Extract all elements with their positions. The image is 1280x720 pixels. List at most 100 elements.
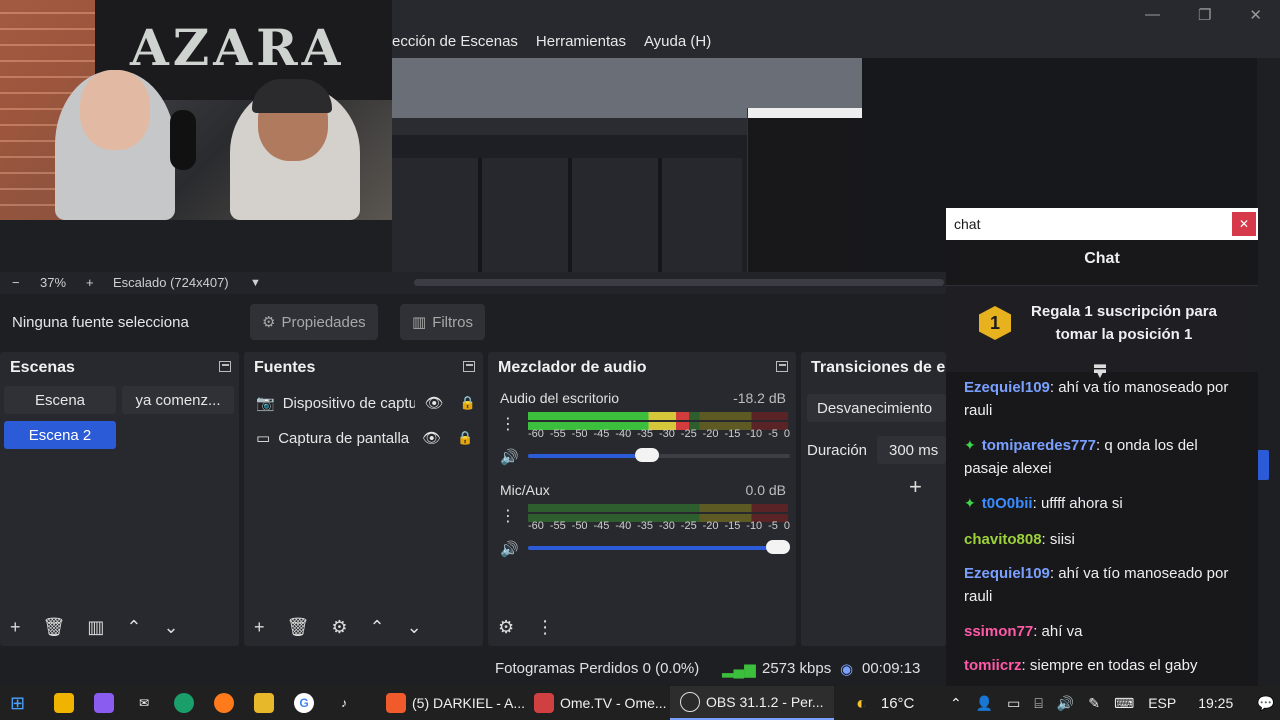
window-controls: — ❐ ✕ — [1145, 6, 1262, 24]
gear-icon[interactable]: ⚙ — [331, 617, 347, 638]
chat-username[interactable]: Ezequiel109 — [964, 379, 1050, 396]
menu-lines-icon[interactable]: ▬ ▬ ▼ — [1094, 358, 1112, 380]
task-brave[interactable]: (5) DARKIEL - A... — [376, 686, 535, 720]
chevron-down-icon[interactable]: ⌄ — [163, 617, 178, 638]
properties-button[interactable]: ⚙ Propiedades — [250, 304, 378, 340]
add-icon[interactable]: + — [10, 617, 21, 638]
no-source-selected: Ninguna fuente selecciona — [12, 314, 189, 331]
mail-icon[interactable]: ✉ — [134, 693, 154, 713]
pinned-apps: ✉ G ♪ — [54, 686, 354, 720]
source-item-screen-capture[interactable]: ▭ Captura de pantalla 👁 🔒 — [256, 425, 476, 451]
close-icon[interactable]: ✕ — [1232, 212, 1256, 236]
stream-time: 00:09:13 — [862, 660, 921, 677]
zoom-out-button[interactable]: − — [12, 275, 20, 290]
trash-icon[interactable]: 🗑 — [287, 617, 310, 638]
start-button[interactable]: ⊞ — [10, 686, 25, 720]
scene-item-escena[interactable]: Escena — [4, 386, 116, 414]
chat-window: chat ✕ Chat 1 Regala 1 suscripción para … — [946, 208, 1258, 690]
minimize-button[interactable]: — — [1145, 6, 1160, 24]
chat-username[interactable]: Ezequiel109 — [964, 565, 1050, 582]
eye-icon[interactable]: 👁 — [422, 429, 441, 447]
scene-item-escena-2[interactable]: Escena 2 — [4, 421, 116, 449]
eye-icon[interactable]: 👁 — [425, 394, 444, 412]
scenes-title: Escenas — [10, 359, 75, 376]
preview-scrollbar[interactable] — [414, 279, 944, 286]
shirt-print: AZARA — [130, 18, 345, 77]
monitor-icon: ▭ — [256, 430, 271, 447]
person-right — [230, 79, 360, 220]
maximize-button[interactable]: ❐ — [1198, 6, 1211, 24]
add-icon[interactable]: + — [254, 617, 265, 638]
folder-icon[interactable] — [254, 693, 274, 713]
notifications-icon[interactable]: 💬 — [1257, 695, 1274, 712]
edge-icon[interactable] — [174, 693, 194, 713]
chat-text: uffff ahora si — [1040, 495, 1123, 512]
pen-icon[interactable]: ✎ — [1088, 695, 1100, 712]
clock[interactable]: 19:25 — [1198, 695, 1233, 711]
volume-slider[interactable] — [528, 448, 790, 462]
user-icon[interactable]: 👤 — [976, 695, 993, 712]
lock-icon[interactable]: 🔒 — [460, 395, 476, 411]
chat-username[interactable]: chavito808 — [964, 531, 1042, 548]
chat-username[interactable]: tomiicrz — [964, 657, 1022, 674]
zoom-in-button[interactable]: + — [86, 275, 94, 290]
duration-field[interactable]: 300 ms — [877, 436, 946, 464]
keyboard-icon[interactable]: ⌨ — [1114, 695, 1134, 712]
scenes-toolbar: + 🗑 ▥ ⌃ ⌄ — [0, 608, 239, 646]
google-icon[interactable]: G — [294, 693, 314, 713]
chevron-up-icon[interactable]: ⌃ — [950, 695, 962, 712]
mail-icon — [534, 693, 554, 713]
tiktok-icon[interactable]: ♪ — [334, 693, 354, 713]
zoom-percent: 37% — [40, 275, 67, 290]
trash-icon[interactable]: 🗑 — [43, 617, 66, 638]
source-item-capture-device[interactable]: 📷 Dispositivo de captura 👁 🔒 — [256, 390, 476, 416]
chat-message: Ezequiel109: ahí va tío manoseado por ra… — [964, 379, 1229, 419]
kebab-menu-icon[interactable]: ⋮ — [500, 506, 516, 526]
language-indicator[interactable]: ESP — [1148, 695, 1176, 711]
menu-help[interactable]: Ayuda (H) — [644, 33, 711, 50]
popout-icon[interactable] — [776, 361, 788, 372]
speaker-icon[interactable]: 🔊 — [500, 540, 519, 558]
menu-scene-collection[interactable]: ección de Escenas — [392, 33, 518, 50]
network-icon[interactable]: ⌸ — [1034, 695, 1042, 712]
task-ometv[interactable]: Ome.TV - Ome... — [524, 686, 677, 720]
weather-widget[interactable]: ◐ 16°C — [856, 686, 914, 720]
filters-button[interactable]: ▥ Filtros — [400, 304, 486, 340]
scene-item-ya-comenzamos[interactable]: ya comenz... — [122, 386, 234, 414]
chat-username[interactable]: tomiparedes777 — [982, 437, 1096, 454]
volume-icon[interactable]: 🔊 — [1057, 695, 1074, 712]
speaker-icon[interactable]: 🔊 — [500, 448, 519, 466]
chevron-up-icon[interactable]: ⌃ — [126, 617, 141, 638]
kebab-menu-icon[interactable]: ⋮ — [500, 414, 516, 434]
battery-icon[interactable]: ▭ — [1007, 695, 1020, 712]
advanced-audio-gear-icon[interactable]: ⚙ — [498, 617, 514, 638]
preview-nested-docks — [392, 158, 742, 272]
program-preview[interactable] — [392, 58, 862, 272]
chevron-up-icon[interactable]: ⌃ — [370, 617, 385, 638]
lock-icon[interactable]: 🔒 — [457, 430, 473, 446]
menu-tools[interactable]: Herramientas — [536, 33, 626, 50]
chat-message: ssimon77: ahí va — [964, 623, 1083, 640]
copilot-icon[interactable] — [94, 693, 114, 713]
chevron-down-icon[interactable]: ▼ — [250, 277, 261, 289]
transition-select[interactable]: Desvanecimiento — [807, 394, 946, 422]
leaderboard-badge-icon: 1 — [979, 306, 1011, 340]
task-obs[interactable]: OBS 31.1.2 - Per... — [670, 686, 834, 720]
chat-window-title: chat — [954, 216, 981, 232]
chat-username[interactable]: t0O0bii — [982, 495, 1033, 512]
transitions-dock: Transiciones de es Desvanecimiento Durac… — [801, 352, 946, 646]
kebab-menu-icon[interactable]: ⋮ — [536, 617, 554, 638]
chat-titlebar[interactable]: chat ✕ — [946, 208, 1258, 240]
filter-icon[interactable]: ▥ — [87, 617, 104, 638]
popout-icon[interactable] — [219, 361, 231, 372]
store-icon[interactable] — [54, 693, 74, 713]
chevron-down-icon[interactable]: ⌄ — [407, 617, 422, 638]
chat-message: Ezequiel109: ahí va tío manoseado por ra… — [964, 565, 1229, 605]
chat-username[interactable]: ssimon77 — [964, 623, 1033, 640]
close-window-button[interactable]: ✕ — [1249, 6, 1262, 24]
volume-slider[interactable] — [528, 540, 790, 554]
right-dock-edge — [1257, 58, 1280, 652]
popout-icon[interactable] — [463, 361, 475, 372]
firefox-icon[interactable] — [214, 693, 234, 713]
add-icon[interactable]: + — [909, 474, 922, 500]
